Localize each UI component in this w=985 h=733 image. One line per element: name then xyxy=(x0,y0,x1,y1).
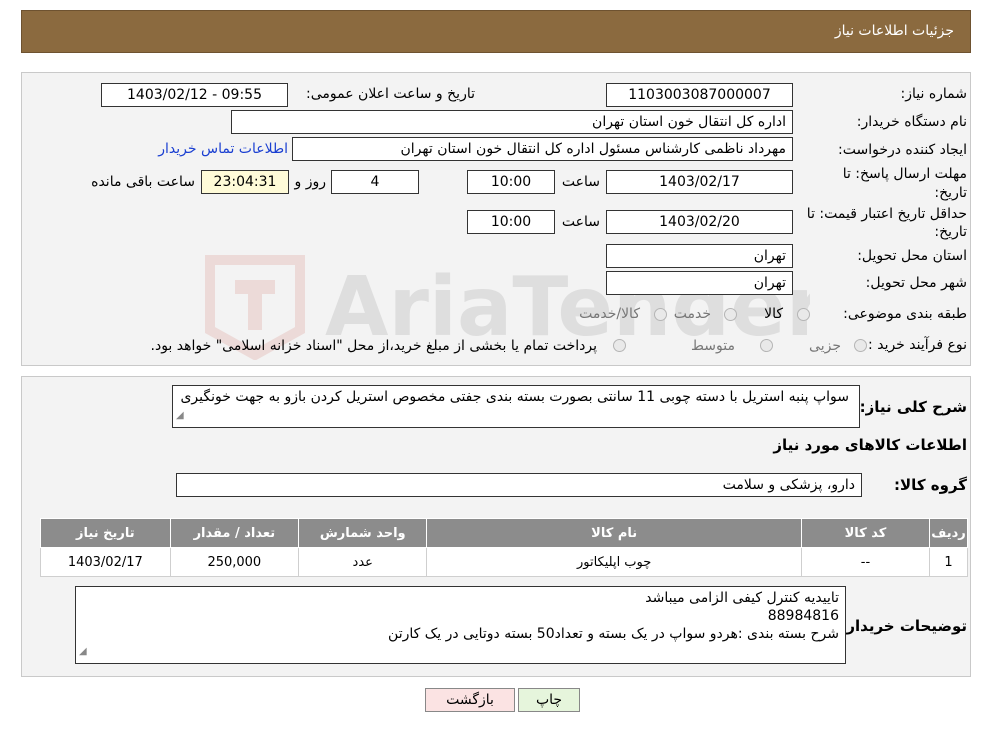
summary-textarea[interactable]: سواپ پنبه استریل با دسته چوبی 11 سانتی ب… xyxy=(172,385,860,428)
deadline-date-field: 1403/02/17 xyxy=(606,170,793,194)
buyer-contact-link[interactable]: اطلاعات تماس خریدار xyxy=(158,141,288,157)
col-date: تاریخ نیاز xyxy=(40,518,171,548)
cell-date: 1403/02/17 xyxy=(40,547,171,577)
cell-row: 1 xyxy=(929,547,968,577)
cell-name: چوب اپلیکاتور xyxy=(426,547,802,577)
process-radio-treasury[interactable] xyxy=(613,339,626,352)
goods-group-field: دارو، پزشکی و سلامت xyxy=(176,473,862,497)
process-label: نوع فرآیند خرید : xyxy=(868,337,967,353)
need-number-field: 1103003087000007 xyxy=(606,83,793,107)
announce-label: تاریخ و ساعت اعلان عمومی: xyxy=(306,86,475,102)
deadline-time-field: 10:00 xyxy=(467,170,555,194)
category-option-service: خدمت xyxy=(673,306,711,322)
goods-group-label: گروه کالا: xyxy=(894,476,967,494)
creator-label: ایجاد کننده درخواست: xyxy=(838,142,967,158)
page-header: جزئیات اطلاعات نیاز xyxy=(21,10,971,53)
announce-field: 1403/02/12 - 09:55 xyxy=(101,83,288,107)
col-unit: واحد شمارش xyxy=(298,518,428,548)
cell-code: -- xyxy=(800,547,931,577)
category-radio-goods-service[interactable] xyxy=(654,308,667,321)
cell-unit: عدد xyxy=(298,547,428,577)
validity-hour-label: ساعت xyxy=(561,214,600,230)
creator-field: مهرداد ناظمی کارشناس مسئول اداره کل انتق… xyxy=(292,137,793,161)
category-option-goods: کالا xyxy=(764,306,783,322)
remaining-label: ساعت باقی مانده xyxy=(91,174,195,190)
buyer-notes-label: توضیحات خریدار: xyxy=(840,617,967,635)
city-label: شهر محل تحویل: xyxy=(865,275,967,291)
resize-grip-icon[interactable]: ◢ xyxy=(79,643,87,661)
buyer-field: اداره کل انتقال خون استان تهران xyxy=(231,110,793,134)
cell-quantity: 250,000 xyxy=(169,547,300,577)
summary-label: شرح کلی نیاز: xyxy=(859,398,967,416)
goods-table: ردیف کد کالا نام کالا واحد شمارش تعداد /… xyxy=(40,518,968,577)
validity-label-line2: تاریخ: xyxy=(934,224,967,240)
deadline-label-line1: مهلت ارسال پاسخ: تا xyxy=(842,166,967,182)
category-option-goods-service: کالا/خدمت xyxy=(579,306,640,322)
validity-date-field: 1403/02/20 xyxy=(606,210,793,234)
category-radio-service[interactable] xyxy=(724,308,737,321)
category-radio-goods[interactable] xyxy=(797,308,810,321)
validity-time-field: 10:00 xyxy=(467,210,555,234)
remaining-time-field: 23:04:31 xyxy=(201,170,289,194)
print-button[interactable]: چاپ xyxy=(518,688,580,712)
col-row: ردیف xyxy=(929,518,968,548)
buyer-notes-line: تاییدیه کنترل کیفی الزامی میباشد xyxy=(645,590,839,606)
buyer-notes-textarea[interactable]: تاییدیه کنترل کیفی الزامی میباشد 8898481… xyxy=(75,586,846,664)
goods-info-title: اطلاعات کالاهای مورد نیاز xyxy=(773,436,967,454)
days-label: روز و xyxy=(294,174,327,190)
col-quantity: تعداد / مقدار xyxy=(169,518,300,548)
process-radio-minor[interactable] xyxy=(854,339,867,352)
days-field: 4 xyxy=(331,170,419,194)
province-field: تهران xyxy=(606,244,793,268)
city-field: تهران xyxy=(606,271,793,295)
category-label: طبقه بندی موضوعی: xyxy=(843,306,967,322)
col-name: نام کالا xyxy=(426,518,802,548)
process-option-minor: جزیی xyxy=(809,338,841,354)
need-number-label: شماره نیاز: xyxy=(900,86,968,102)
buyer-notes-line: 88984816 xyxy=(767,608,839,624)
summary-text: سواپ پنبه استریل با دسته چوبی 11 سانتی ب… xyxy=(180,389,849,405)
buyer-notes-line: شرح بسته بندی :هردو سواپ در یک بسته و تع… xyxy=(388,626,839,642)
back-button[interactable]: بازگشت xyxy=(425,688,515,712)
announce-value: 1403/02/12 - 09:55 xyxy=(127,87,262,103)
deadline-hour-label: ساعت xyxy=(561,174,600,190)
buyer-label: نام دستگاه خریدار: xyxy=(856,114,967,130)
validity-label-line1: حداقل تاریخ اعتبار قیمت: تا xyxy=(806,206,967,222)
deadline-label-line2: تاریخ: xyxy=(934,185,967,201)
page-title: جزئیات اطلاعات نیاز xyxy=(834,23,954,39)
resize-grip-icon[interactable]: ◢ xyxy=(176,407,184,425)
province-label: استان محل تحویل: xyxy=(857,248,967,264)
goods-table-header: ردیف کد کالا نام کالا واحد شمارش تعداد /… xyxy=(40,518,968,548)
process-note: پرداخت تمام یا بخشی از مبلغ خرید،از محل … xyxy=(150,338,597,354)
table-row: 1 -- چوب اپلیکاتور عدد 250,000 1403/02/1… xyxy=(40,547,968,577)
process-option-medium: متوسط xyxy=(691,338,735,354)
col-code: کد کالا xyxy=(800,518,931,548)
process-radio-medium[interactable] xyxy=(760,339,773,352)
